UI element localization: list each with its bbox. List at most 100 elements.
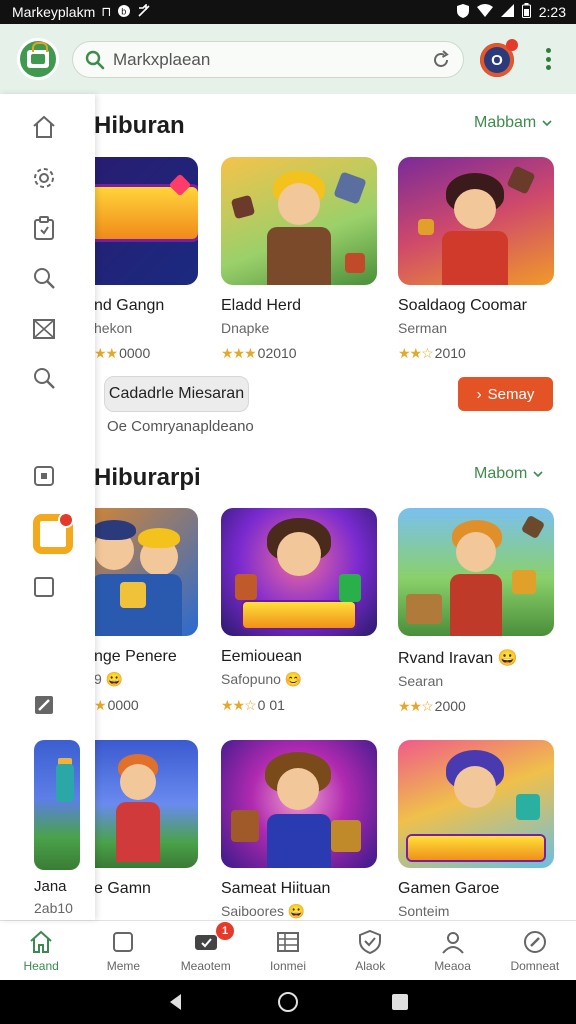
app-title: Eladd Herd: [221, 297, 302, 314]
featured-app-badge: [58, 512, 74, 528]
nav-label: Domneat: [510, 958, 560, 973]
character-face: [277, 768, 319, 810]
marketplace-logo[interactable]: [17, 38, 59, 80]
chevron-down-icon: [533, 471, 543, 478]
rating-value: 0000: [107, 697, 139, 713]
nav-item-meme[interactable]: Meme: [82, 921, 164, 980]
nav-item-home[interactable]: Heand: [0, 921, 82, 980]
notification-icon: ⊓: [101, 4, 112, 19]
search-icon[interactable]: [31, 265, 57, 291]
refresh-icon[interactable]: [431, 49, 451, 70]
chevron-down-icon: [542, 120, 552, 127]
nav-item-profile[interactable]: Meaoa: [411, 921, 493, 980]
block-icon: [406, 594, 442, 624]
miveah-banner: [243, 602, 355, 628]
section-more-link[interactable]: Mabom: [474, 465, 543, 483]
more-options-icon[interactable]: [540, 46, 556, 72]
app-thumbnail[interactable]: [398, 508, 554, 636]
app-thumbnail[interactable]: [221, 508, 377, 636]
clipboard-icon[interactable]: [31, 215, 57, 241]
status-time: 2:23: [538, 4, 566, 20]
nav-label: Ionmei: [269, 958, 306, 973]
app-title: Rvand Iravan 😀: [398, 650, 518, 667]
app-square-icon[interactable]: [31, 463, 57, 489]
shield-check-icon: [359, 929, 382, 954]
app-thumbnail[interactable]: [398, 740, 554, 868]
edit-icon[interactable]: [31, 692, 57, 718]
nav-item-games[interactable]: Meaotem: [165, 921, 247, 980]
book-icon: [331, 820, 361, 852]
app-thumbnail[interactable]: [221, 740, 377, 868]
nav-item-list[interactable]: Ionmei: [247, 921, 329, 980]
empty-square-icon[interactable]: [31, 574, 57, 600]
category-chip-button[interactable]: Cadadrle Miesaran: [104, 376, 249, 412]
top-app-bar: Markxplaean O: [0, 24, 576, 94]
block-icon: [230, 194, 256, 220]
status-right: 2:23: [456, 3, 566, 21]
partial-card-subtitle: 2ab10: [34, 900, 73, 916]
square-icon: [113, 931, 134, 952]
app-card[interactable]: Eladd Herd Dnapke ★★★ 02010: [221, 157, 377, 362]
app-title: Sameat Hiituan: [221, 880, 331, 897]
store-icon: [27, 42, 49, 68]
image-frame-icon[interactable]: [31, 316, 57, 342]
section-more-label[interactable]: Mabom: [474, 465, 527, 483]
system-navigation-bar: [0, 980, 576, 1024]
app-developer: Dnapke: [221, 320, 270, 336]
nav-item-discover[interactable]: Domneat: [494, 921, 576, 980]
block-icon: [345, 253, 365, 273]
install-button[interactable]: › Semay: [458, 377, 553, 411]
app-card[interactable]: Rvand Iravan 😀 Searan ★★☆ 2000: [398, 508, 554, 715]
b-icon: b: [117, 4, 131, 21]
home-icon[interactable]: [31, 114, 57, 140]
recents-icon[interactable]: [389, 991, 411, 1013]
app-developer: Safopuno 😊: [221, 671, 303, 687]
install-button-label[interactable]: Semay: [488, 386, 535, 403]
person-icon: [441, 931, 464, 954]
app-card[interactable]: Soaldaog Coomar Serman ★★☆ 2010: [398, 157, 554, 362]
character-body: [116, 802, 160, 862]
app-card[interactable]: Eemiouean Safopuno 😊 ★★☆ 0 01: [221, 508, 377, 714]
search-input[interactable]: Markxplaean: [113, 50, 431, 70]
section-more-label[interactable]: Mabbam: [474, 114, 536, 132]
back-icon[interactable]: [165, 991, 187, 1013]
block-icon: [520, 514, 546, 540]
peuliaras-banner: [408, 836, 544, 860]
star-rating-icon: ★★☆: [398, 698, 434, 714]
rating-value: 2000: [434, 698, 466, 714]
character-body: [267, 227, 331, 285]
rating-value: 0000: [119, 345, 151, 361]
settings-icon[interactable]: [31, 165, 57, 191]
app-card[interactable]: Sameat Hiituan Saiboores 😀: [221, 740, 377, 920]
nav-item-alaok[interactable]: Alaok: [329, 921, 411, 980]
app-rating: ★★★ 02010: [221, 345, 377, 362]
search-icon: [85, 50, 105, 70]
star-rating-icon: ★★☆: [221, 697, 257, 713]
home-icon: [30, 930, 52, 953]
section-more-link[interactable]: Mabbam: [474, 114, 552, 132]
app-card[interactable]: Gamen Garoe Sonteim: [398, 740, 554, 919]
home-circle-icon[interactable]: [277, 991, 299, 1013]
search-icon-secondary[interactable]: [31, 365, 57, 391]
nav-label: Alaok: [355, 958, 386, 973]
nav-label: Meaoa: [434, 958, 471, 973]
search-bar[interactable]: Markxplaean: [72, 41, 464, 78]
block-icon: [333, 171, 367, 205]
wifi-icon: [476, 4, 493, 20]
app-rating: ★★☆ 2000: [398, 698, 554, 715]
block-icon: [418, 219, 434, 235]
rating-value: 02010: [257, 345, 297, 361]
bottom-navigation: Heand Meme Meaotem Ionmei Alaok Meaoa Do…: [0, 920, 576, 980]
partial-app-thumbnail[interactable]: [34, 740, 80, 870]
character-face: [278, 183, 320, 225]
app-title: Eemiouean: [221, 648, 302, 665]
block-icon: [516, 794, 540, 820]
app-thumbnail[interactable]: [221, 157, 377, 285]
block-icon: [512, 570, 536, 594]
nav-label: Meaotem: [180, 958, 231, 973]
star-rating-icon: ★★★: [221, 345, 257, 361]
app-title: Soaldaog Coomar: [398, 297, 527, 314]
nav-notification-badge: 1: [216, 922, 234, 940]
app-thumbnail[interactable]: [398, 157, 554, 285]
status-app-name: Markeyplakm: [12, 4, 96, 20]
